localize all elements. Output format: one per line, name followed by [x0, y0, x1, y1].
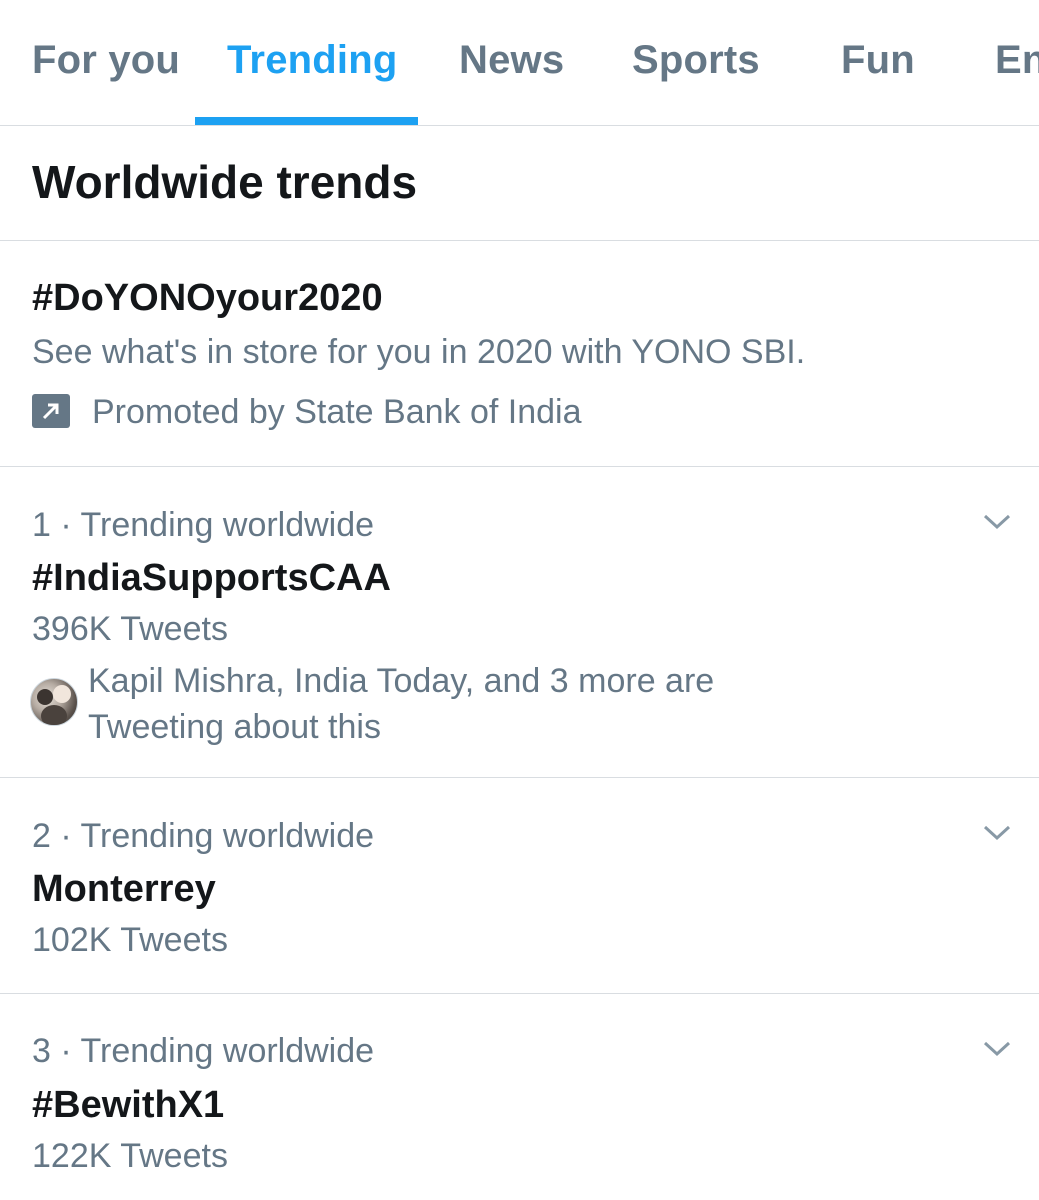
chevron-down-icon[interactable] [982, 512, 1012, 532]
active-tab-indicator [195, 117, 418, 125]
trend-meta: 2 · Trending worldwide [32, 817, 375, 855]
tab-bar: For you Trending News Sports Fun En [0, 0, 1039, 126]
divider [0, 240, 1039, 241]
trend-name[interactable]: #IndiaSupportsCAA [32, 557, 391, 600]
trend-meta: 3 · Trending worldwide [32, 1032, 375, 1070]
trend-name[interactable]: #BewithX1 [32, 1084, 224, 1127]
trend-meta: 1 · Trending worldwide [32, 506, 375, 544]
divider [0, 466, 1039, 467]
social-context-line: Kapil Mishra, India Today, and 3 more ar… [88, 662, 715, 700]
promoted-arrow-icon [32, 394, 70, 428]
tweet-count: 396K Tweets [32, 610, 228, 648]
social-context: Kapil Mishra, India Today, and 3 more ar… [88, 658, 714, 750]
page-title: Worldwide trends [32, 156, 418, 208]
tab-fun[interactable]: Fun [841, 38, 915, 83]
trend-name[interactable]: Monterrey [32, 868, 216, 911]
tab-sports[interactable]: Sports [632, 38, 760, 83]
chevron-down-icon[interactable] [982, 823, 1012, 843]
avatar [30, 678, 78, 726]
tweet-count: 102K Tweets [32, 921, 228, 959]
divider [0, 993, 1039, 994]
social-context-line: Tweeting about this [88, 708, 381, 746]
tab-trending[interactable]: Trending [227, 38, 398, 83]
tweet-count: 122K Tweets [32, 1137, 228, 1175]
promoted-hashtag[interactable]: #DoYONOyour2020 [32, 277, 383, 320]
tab-entertainment[interactable]: En [995, 38, 1039, 83]
divider [0, 777, 1039, 778]
tab-news[interactable]: News [459, 38, 564, 83]
chevron-down-icon[interactable] [982, 1039, 1012, 1059]
tab-for-you[interactable]: For you [32, 38, 180, 83]
promoted-by-label: Promoted by State Bank of India [92, 393, 582, 431]
promoted-description: See what's in store for you in 2020 with… [32, 333, 806, 371]
